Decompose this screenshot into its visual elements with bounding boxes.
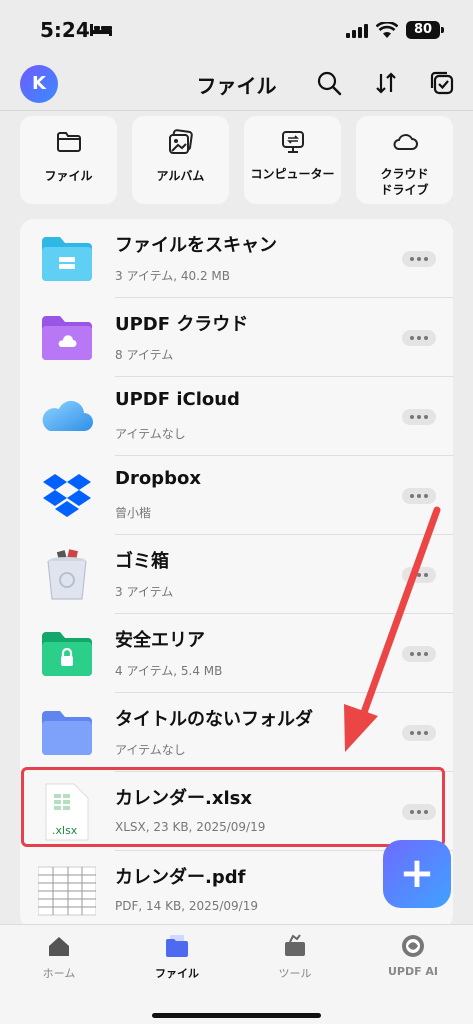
item-name: カレンダー.pdf [115, 867, 246, 888]
more-options-button[interactable] [402, 646, 436, 662]
item-name: ゴミ箱 [115, 551, 169, 572]
status-bar: 5:24 80 [0, 0, 473, 58]
tab-ai[interactable]: UPDF AI [354, 933, 472, 993]
tools-icon [285, 934, 305, 956]
tab-home-label: ホーム [42, 967, 76, 980]
add-button[interactable]: + [383, 840, 451, 908]
item-meta: PDF, 14 KB, 2025/09/19 [115, 899, 258, 913]
more-options-button[interactable] [402, 330, 436, 346]
pdf-thumbnail-icon [38, 866, 96, 916]
more-options-button[interactable] [402, 725, 436, 741]
page-title: ファイル [196, 74, 277, 98]
plus-icon: + [399, 848, 435, 897]
tab-ai-label: UPDF AI [387, 965, 439, 978]
status-time: 5:24 [40, 18, 90, 42]
quick-album-label: アルバム [156, 169, 205, 183]
list-item[interactable]: ゴミ箱 3 アイテム [20, 535, 453, 614]
quick-album-card[interactable]: アルバム [132, 116, 229, 204]
tab-home[interactable]: ホーム [0, 933, 118, 993]
search-icon[interactable] [316, 70, 342, 96]
more-options-button[interactable] [402, 488, 436, 504]
cellular-signal-icon [346, 24, 368, 38]
item-meta: アイテムなし [115, 427, 186, 441]
scan-folder-icon [42, 237, 92, 281]
quick-access: ファイル アルバム コンピューター クラウドドライブ [20, 116, 453, 204]
item-meta: 8 アイテム [115, 348, 174, 362]
item-meta: 3 アイテム, 40.2 MB [115, 269, 230, 283]
list-item[interactable]: UPDF iCloud アイテムなし [20, 377, 453, 456]
wifi-icon [376, 22, 398, 38]
files-icon [166, 935, 188, 957]
computer-icon [282, 131, 304, 153]
list-item[interactable]: Dropbox 曾小楷 [20, 456, 453, 535]
item-name: Dropbox [115, 468, 201, 489]
quick-files-label: ファイル [44, 169, 93, 183]
quick-computer-label: コンピューター [250, 167, 335, 181]
updf-cloud-folder-icon [42, 316, 92, 360]
tab-tools-label: ツール [278, 967, 312, 980]
icloud-icon [42, 400, 93, 431]
top-navigation: K ファイル [0, 58, 473, 110]
header-divider [0, 110, 473, 111]
list-item[interactable]: UPDF クラウド 8 アイテム [20, 298, 453, 377]
sort-icon[interactable] [373, 70, 399, 96]
more-options-button[interactable] [402, 251, 436, 267]
item-meta: 3 アイテム [115, 585, 174, 599]
quick-files-card[interactable]: ファイル [20, 116, 117, 204]
cloud-icon [393, 134, 418, 150]
quick-cloud-label: クラウドドライブ [380, 167, 429, 197]
more-options-button[interactable] [402, 567, 436, 583]
tab-bar: ホーム ファイル ツール UPDF AI [0, 924, 473, 1024]
highlight-annotation [21, 767, 445, 847]
folder-outline-icon [57, 132, 81, 152]
item-meta: 曾小楷 [115, 506, 152, 520]
item-meta: 4 アイテム, 5.4 MB [115, 664, 223, 678]
item-name: 安全エリア [115, 630, 205, 651]
item-name: UPDF iCloud [115, 389, 240, 410]
tab-tools[interactable]: ツール [236, 933, 354, 993]
folder-icon [42, 711, 92, 755]
secure-folder-icon [42, 632, 92, 676]
quick-cloud-card[interactable]: クラウドドライブ [356, 116, 453, 204]
select-icon[interactable] [429, 70, 455, 96]
tab-files-label: ファイル [155, 967, 199, 980]
trash-icon [47, 549, 87, 600]
list-item[interactable]: 安全エリア 4 アイテム, 5.4 MB [20, 614, 453, 693]
ai-icon [402, 935, 424, 957]
dropbox-icon [43, 474, 91, 517]
list-item[interactable]: タイトルのないフォルダ アイテムなし [20, 693, 453, 772]
item-meta: アイテムなし [115, 743, 186, 757]
battery-indicator: 80 [406, 21, 444, 39]
sleep-bed-icon [90, 24, 112, 36]
item-name: タイトルのないフォルダ [115, 709, 313, 730]
album-icon [169, 129, 193, 154]
list-item[interactable]: ファイルをスキャン 3 アイテム, 40.2 MB [20, 219, 453, 298]
home-indicator [152, 1013, 321, 1018]
item-name: UPDF クラウド [115, 314, 249, 335]
tab-files[interactable]: ファイル [118, 933, 236, 993]
home-icon [49, 937, 69, 956]
item-name: ファイルをスキャン [115, 235, 277, 256]
quick-computer-card[interactable]: コンピューター [244, 116, 341, 204]
more-options-button[interactable] [402, 409, 436, 425]
